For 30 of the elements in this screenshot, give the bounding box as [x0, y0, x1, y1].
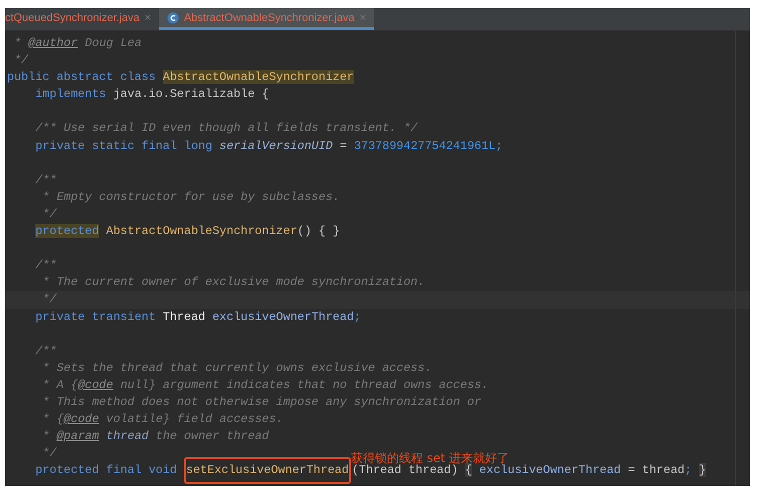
- code-line: (Thread thread) { exclusiveOwnerThread = thread; }: [352, 463, 706, 480]
- highlighted-method-name: setExclusiveOwnerThread: [184, 457, 351, 484]
- code-line: public abstract class AbstractOwnableSynchronizer: [7, 69, 354, 86]
- editor-tab[interactable]: ctQueuedSynchronizer.java ×: [5, 8, 159, 30]
- code-line: implements java.io.Serializable {: [34, 86, 269, 104]
- code-line: */: [41, 445, 57, 462]
- code-line: * Empty constructor for use by subclasses.: [41, 188, 340, 206]
- code-line: * This method does not otherwise impose any synchronization or: [41, 394, 482, 411]
- code-line: private static final long serialVersionUID = 3737899427754241961L;: [34, 138, 503, 155]
- class-icon: [166, 12, 179, 24]
- code-line: * The current owner of exclusive mode synchronization.: [41, 274, 425, 292]
- code-line: */: [41, 291, 57, 308]
- code-line: */: [41, 206, 57, 223]
- code-line: * Sets the thread that currently owns exclusive access.: [41, 360, 432, 377]
- code-line: */: [13, 52, 28, 70]
- code-line: protected AbstractOwnableSynchronizer() { }: [34, 223, 340, 240]
- annotation-text: 获得锁的线程 set 进来就好了: [351, 450, 509, 465]
- close-icon[interactable]: ×: [144, 12, 151, 24]
- code-line: protected final void: [34, 462, 178, 480]
- code-line: * @param thread the owner thread: [41, 428, 270, 446]
- code-line: private transient Thread exclusiveOwnerThread;: [34, 308, 362, 326]
- code-line: /** Use serial ID even though all fields transient. */: [34, 120, 418, 138]
- code-line: /**: [34, 172, 57, 189]
- code-line: * @author Doug Lea: [13, 35, 142, 52]
- close-icon[interactable]: ×: [360, 12, 366, 24]
- code-line: * A {@code null} argument indicates that no thread owns access.: [41, 376, 488, 394]
- code-line: /**: [34, 342, 57, 360]
- code-line: /**: [34, 257, 57, 274]
- code-line: * {@code volatile} field accesses.: [41, 411, 284, 428]
- editor-tab[interactable]: AbstractOwnableSynchronizer.java ×: [158, 8, 374, 30]
